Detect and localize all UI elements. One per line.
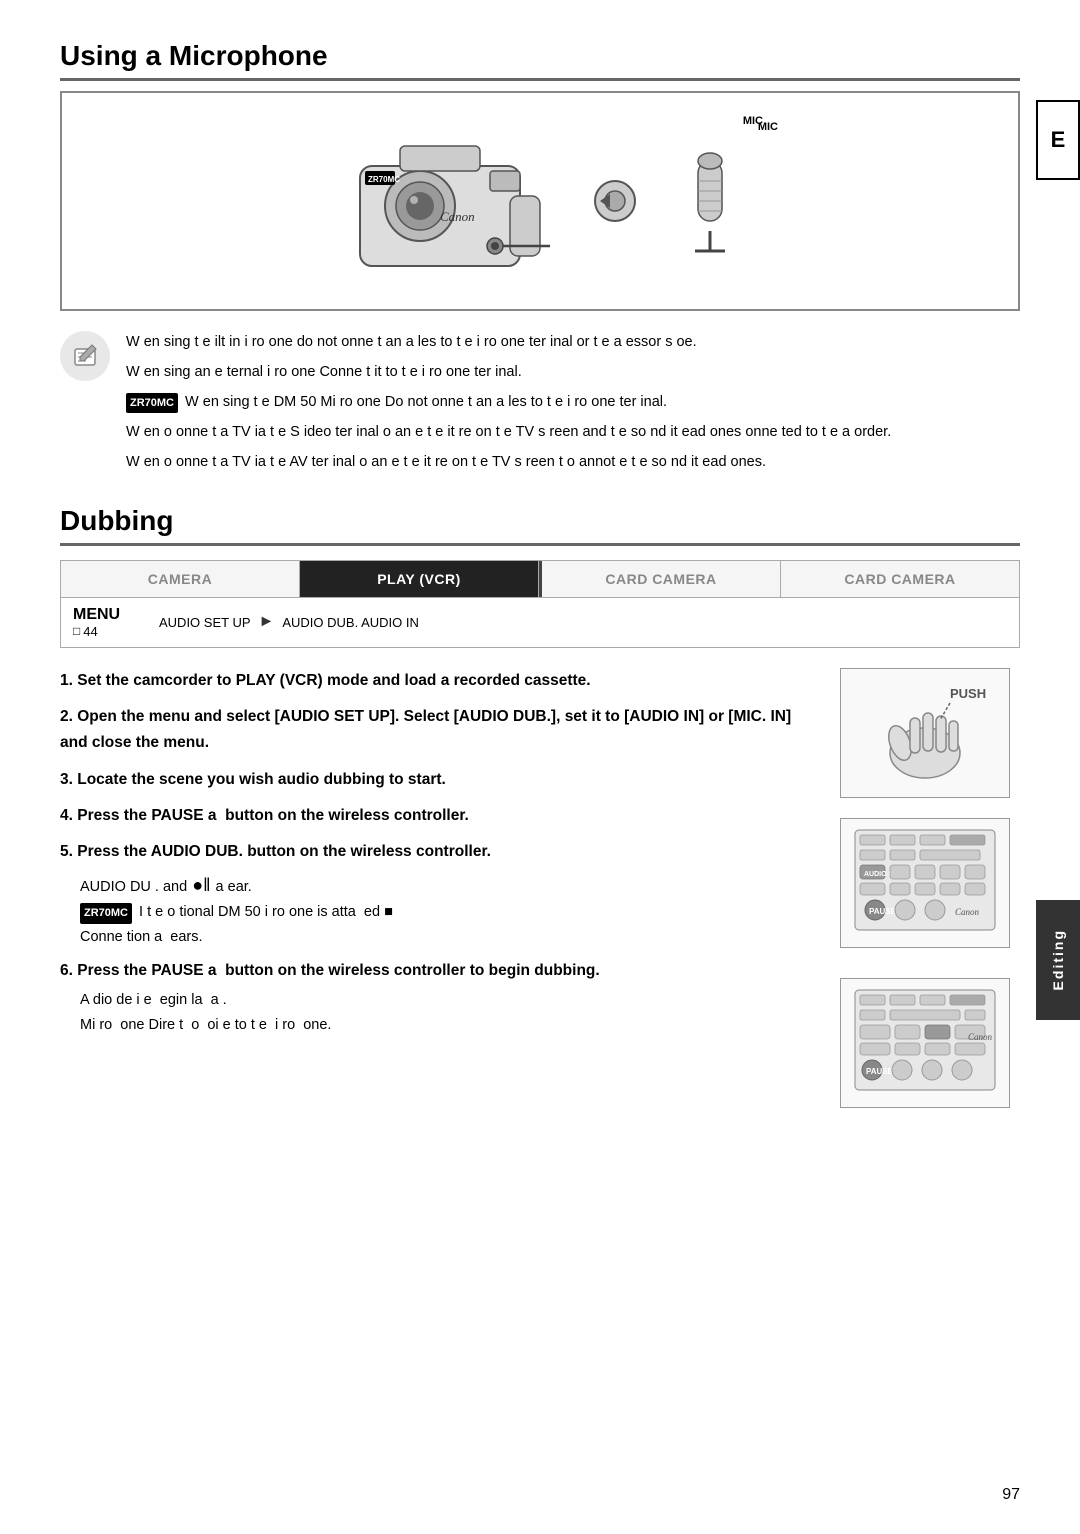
tab-card-camera-1[interactable]: CARD CAMERA xyxy=(542,561,781,597)
microphone-svg xyxy=(680,141,740,261)
step-5: 5. Press the AUDIO DUB. button on the wi… xyxy=(60,839,820,865)
step-5-sub3: Conne tion a ears. xyxy=(80,925,820,950)
menu-row: MENU □ 44 AUDIO SET UP ► AUDIO DUB. AUDI… xyxy=(60,598,1020,648)
step-6-sub1: A dio de i e egin la a . xyxy=(80,988,820,1013)
tab-camera[interactable]: CAMERA xyxy=(61,561,300,597)
menu-page-number: □ 44 xyxy=(73,624,98,639)
push-hand-image: PUSH xyxy=(840,668,1010,798)
camera-illustration: Canon ZR70MC MIC xyxy=(82,116,998,286)
svg-text:Canon: Canon xyxy=(968,1032,993,1042)
main-text: 1. Set the camcorder to PLAY (VCR) mode … xyxy=(60,668,820,1108)
menu-path-arrow: ► xyxy=(259,613,275,631)
mic-connector-svg xyxy=(590,176,640,226)
page-container: E Editing Using a Microphone xyxy=(0,0,1080,1534)
remote-controller-image-2: PAUSE Canon xyxy=(840,978,1010,1108)
step-4: 4. Press the PAUSE a button on the wirel… xyxy=(60,803,820,829)
step-6: 6. Press the PAUSE a button on the wirel… xyxy=(60,958,820,984)
tab-play-vcr[interactable]: PLAY (VCR) xyxy=(300,561,539,597)
section-mic-heading: Using a Microphone xyxy=(60,40,1020,81)
svg-text:Canon: Canon xyxy=(955,907,980,917)
step-5-sub2: ZR70MC I t e o tional DM 50 i ro one is … xyxy=(80,900,820,925)
svg-text:ZR70MC: ZR70MC xyxy=(368,175,400,184)
menu-path: AUDIO SET UP ► AUDIO DUB. AUDIO IN xyxy=(159,613,419,631)
svg-text:Canon: Canon xyxy=(440,209,475,224)
svg-text:PAUSE: PAUSE xyxy=(869,907,897,916)
section-dubbing-heading: Dubbing xyxy=(60,505,1020,546)
note-section: W en sing t e ilt in i ro one do not onn… xyxy=(60,331,1020,481)
mic-illustration-box: Canon ZR70MC MIC xyxy=(60,91,1020,311)
push-hand-svg: PUSH xyxy=(855,678,995,788)
tab-card-camera-2[interactable]: CARD CAMERA xyxy=(781,561,1019,597)
step-6-sub2: Mi ro one Dire t o oi e to t e i ro one. xyxy=(80,1013,820,1038)
content-with-images: 1. Set the camcorder to PLAY (VCR) mode … xyxy=(60,668,1020,1108)
side-tab-editing: Editing xyxy=(1036,900,1080,1020)
mic-port-label: MIC xyxy=(743,115,763,127)
svg-text:PAUSE: PAUSE xyxy=(866,1067,894,1076)
zr70mc-badge-2: ZR70MC xyxy=(80,903,132,924)
remote-svg-2: PAUSE Canon xyxy=(850,985,1000,1100)
camera-svg: Canon ZR70MC xyxy=(340,116,580,286)
svg-text:PUSH: PUSH xyxy=(950,686,986,701)
menu-label: MENU xyxy=(73,606,133,624)
step-2: 2. Open the menu and select [AUDIO SET U… xyxy=(60,704,820,757)
note-icon xyxy=(60,331,110,381)
page-number: 97 xyxy=(1002,1486,1020,1504)
pencil-icon xyxy=(70,341,100,371)
step-3: 3. Locate the scene you wish audio dubbi… xyxy=(60,767,820,793)
note-text: W en sing t e ilt in i ro one do not onn… xyxy=(126,331,891,481)
step-5-sub1: AUDIO DU . and ●‖ a ear. xyxy=(80,870,820,901)
step-1: 1. Set the camcorder to PLAY (VCR) mode … xyxy=(60,668,820,694)
side-tab-e: E xyxy=(1036,100,1080,180)
remote-svg-1: AUDIO DUB PAUSE xyxy=(850,825,1000,940)
remote-controller-image-1: AUDIO DUB PAUSE xyxy=(840,818,1010,948)
zr70mc-badge-1: ZR70MC xyxy=(126,393,178,413)
steps-list: 1. Set the camcorder to PLAY (VCR) mode … xyxy=(60,668,820,1038)
side-images: PUSH xyxy=(840,668,1020,1108)
mode-tabs: CAMERA PLAY (VCR) CARD CAMERA CARD CAMER… xyxy=(60,560,1020,598)
